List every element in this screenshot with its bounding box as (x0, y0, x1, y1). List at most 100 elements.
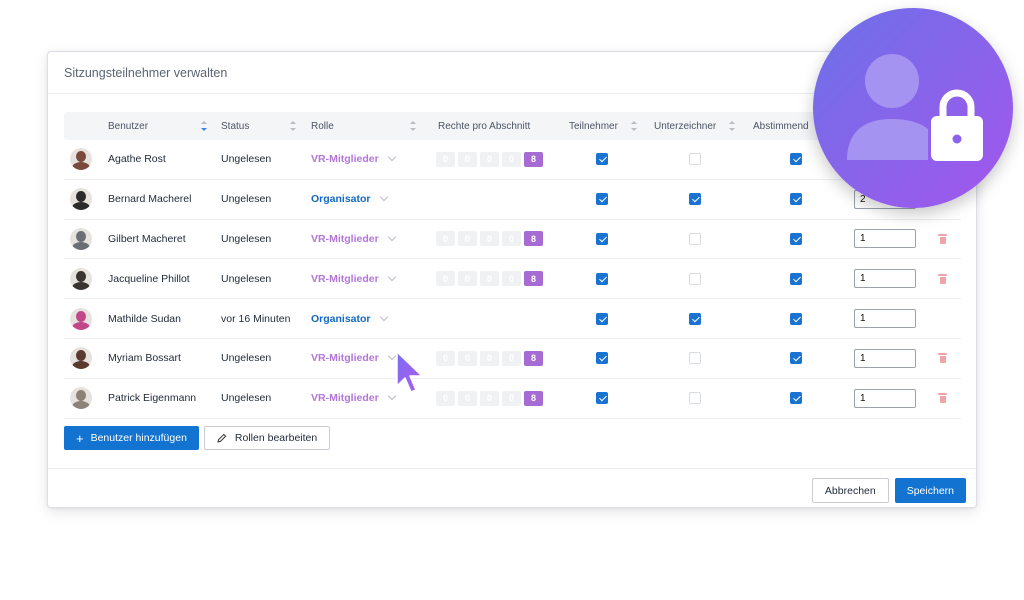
column-header-signer[interactable]: Unterzeichner (654, 112, 716, 140)
avatar-cell (70, 180, 92, 219)
role-select[interactable]: VR-Mitglieder (311, 339, 396, 378)
section-right-box[interactable]: 0 (436, 231, 455, 247)
user-lock-icon (847, 54, 983, 161)
participant-checkbox[interactable] (596, 312, 608, 325)
section-right-box[interactable]: 0 (458, 350, 477, 366)
role-select[interactable]: VR-Mitglieder (311, 379, 396, 418)
voting-checkbox[interactable] (790, 392, 802, 405)
section-right-box[interactable]: 0 (458, 390, 477, 406)
user-name: Myriam Bossart (108, 352, 181, 365)
signer-checkbox-cell (689, 220, 701, 259)
trash-icon[interactable] (938, 233, 947, 244)
role-select[interactable]: VR-Mitglieder (311, 220, 396, 259)
avatar-cell (70, 299, 92, 338)
signer-checkbox[interactable] (689, 272, 701, 285)
sort-icon[interactable] (631, 121, 637, 131)
avatar-head (76, 151, 86, 163)
section-right-box[interactable]: 0 (458, 231, 477, 247)
sort-icon[interactable] (729, 121, 735, 131)
order-input[interactable]: 1 (854, 309, 916, 329)
role-select[interactable]: VR-Mitglieder (311, 259, 396, 298)
avatar-cell (70, 259, 92, 298)
voting-checkbox[interactable] (790, 312, 802, 325)
participant-checkbox[interactable] (596, 272, 608, 285)
section-right-box[interactable]: 0 (502, 350, 521, 366)
order-input[interactable]: 1 (854, 269, 916, 289)
edit-roles-button[interactable]: Rollen bearbeiten (203, 426, 331, 450)
signer-checkbox[interactable] (689, 153, 701, 166)
column-header-status[interactable]: Status (221, 112, 249, 140)
section-right-box[interactable]: 0 (436, 350, 455, 366)
trash-icon[interactable] (938, 353, 947, 364)
voting-checkbox[interactable] (790, 232, 802, 245)
save-button[interactable]: Speichern (894, 478, 966, 503)
section-right-box[interactable]: 0 (436, 151, 455, 167)
participant-checkbox[interactable] (596, 193, 608, 206)
column-header-voting[interactable]: Abstimmend (753, 112, 809, 140)
section-right-box[interactable]: 0 (502, 231, 521, 247)
voting-checkbox[interactable] (790, 153, 802, 166)
role-label: Organisator (311, 312, 371, 325)
section-right-box[interactable]: 8 (524, 390, 543, 406)
section-right-box[interactable]: 0 (502, 271, 521, 287)
sort-icon[interactable] (201, 121, 207, 131)
section-right-box[interactable]: 8 (524, 350, 543, 366)
column-header-user[interactable]: Benutzer (108, 112, 148, 140)
role-select[interactable]: Organisator (311, 180, 388, 219)
pencil-icon (217, 433, 227, 443)
role-label: VR-Mitglieder (311, 392, 379, 405)
section-right-box[interactable]: 0 (480, 271, 499, 287)
participant-checkbox[interactable] (596, 392, 608, 405)
role-select[interactable]: Organisator (311, 299, 388, 338)
signer-checkbox-cell (689, 339, 701, 378)
column-header-role[interactable]: Rolle (311, 112, 334, 140)
signer-checkbox-cell (689, 180, 701, 219)
signer-checkbox[interactable] (689, 352, 701, 365)
trash-icon[interactable] (938, 393, 947, 404)
voting-checkbox-cell (790, 140, 802, 179)
cancel-label: Abbrechen (824, 484, 876, 497)
section-right-box[interactable]: 0 (458, 151, 477, 167)
avatar-body (72, 162, 90, 171)
trash-icon[interactable] (938, 273, 947, 284)
section-right-box[interactable]: 8 (524, 151, 543, 167)
participant-checkbox[interactable] (596, 352, 608, 365)
sort-icon[interactable] (290, 121, 296, 131)
signer-checkbox[interactable] (689, 392, 701, 405)
participant-checkbox[interactable] (596, 153, 608, 166)
voting-checkbox[interactable] (790, 193, 802, 206)
section-right-box[interactable]: 0 (436, 271, 455, 287)
sort-icon[interactable] (410, 121, 416, 131)
section-right-box[interactable]: 0 (436, 390, 455, 406)
participant-checkbox[interactable] (596, 232, 608, 245)
avatar-head (76, 191, 86, 203)
avatar-body (72, 361, 90, 370)
section-right-box[interactable]: 0 (480, 231, 499, 247)
avatar (70, 307, 92, 330)
add-user-button[interactable]: + Benutzer hinzufügen (64, 426, 199, 450)
voting-checkbox[interactable] (790, 352, 802, 365)
add-user-label: Benutzer hinzufügen (90, 432, 187, 444)
role-select[interactable]: VR-Mitglieder (311, 140, 396, 179)
cancel-button[interactable]: Abbrechen (811, 478, 889, 503)
section-right-box[interactable]: 0 (502, 390, 521, 406)
order-input[interactable]: 1 (854, 348, 916, 368)
signer-checkbox[interactable] (689, 312, 701, 325)
voting-checkbox-cell (790, 299, 802, 338)
section-right-box[interactable]: 8 (524, 231, 543, 247)
signer-checkbox[interactable] (689, 193, 701, 206)
order-input[interactable]: 1 (854, 229, 916, 249)
section-rights: 00008 (436, 259, 543, 298)
section-right-box[interactable]: 8 (524, 271, 543, 287)
section-right-box[interactable]: 0 (480, 151, 499, 167)
column-header-participant[interactable]: Teilnehmer (569, 112, 618, 140)
section-right-box[interactable]: 0 (502, 151, 521, 167)
signer-checkbox[interactable] (689, 232, 701, 245)
section-right-box[interactable]: 0 (458, 271, 477, 287)
table-row: Myriam Bossart Ungelesen VR-Mitglieder 0 0 0 0… (64, 339, 961, 379)
order-input[interactable]: 1 (854, 388, 916, 408)
section-right-box[interactable]: 0 (480, 350, 499, 366)
voting-checkbox[interactable] (790, 272, 802, 285)
section-right-box[interactable]: 0 (480, 390, 499, 406)
column-header-label: Teilnehmer (569, 120, 618, 132)
